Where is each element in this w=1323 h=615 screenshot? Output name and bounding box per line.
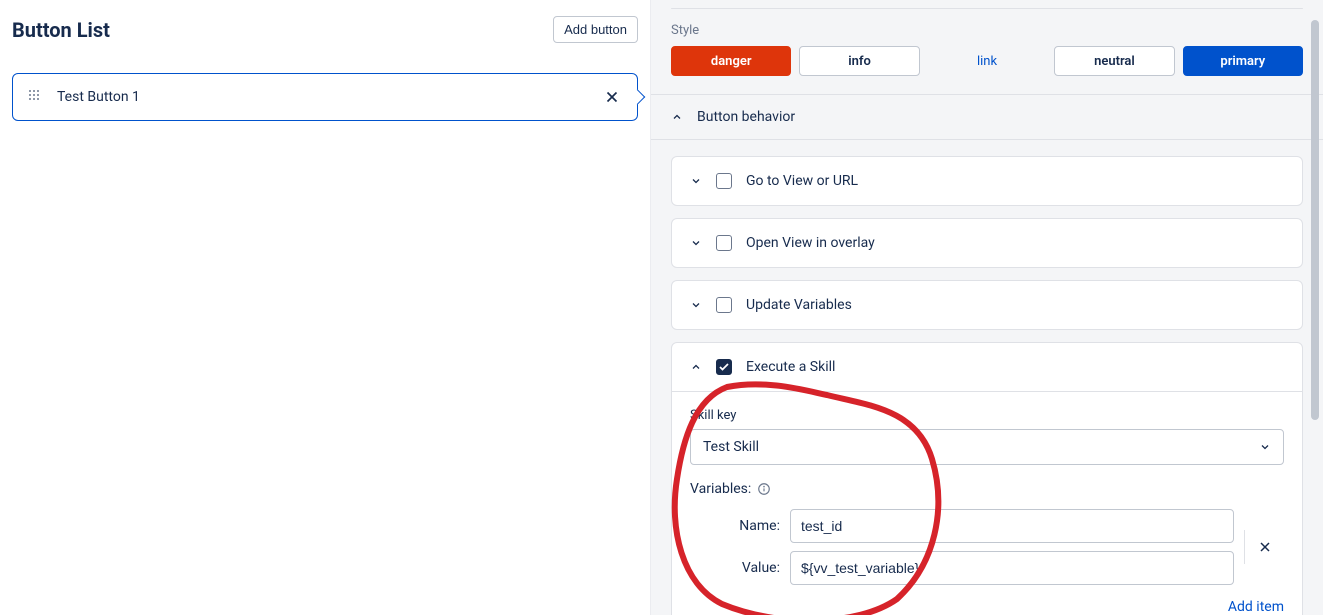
add-button[interactable]: Add button (553, 16, 638, 43)
style-option-primary[interactable]: primary (1183, 46, 1303, 76)
add-item-link-wrap: Add item (690, 599, 1284, 615)
card-title-update-vars: Update Variables (746, 297, 852, 313)
variable-value-label: Value: (690, 560, 780, 576)
style-section: Style danger info link neutral primary (651, 9, 1323, 95)
info-icon[interactable] (757, 482, 771, 496)
skill-key-select[interactable]: Test Skill (690, 429, 1284, 465)
variables-header: Variables: (690, 481, 1284, 497)
variables-label: Variables: (690, 481, 751, 497)
behavior-card-goto: Go to View or URL (671, 156, 1303, 206)
variable-row: Name: Value: (690, 509, 1284, 585)
checkbox-goto[interactable] (716, 173, 732, 189)
behavior-card-overlay: Open View in overlay (671, 218, 1303, 268)
delete-variable-button[interactable] (1244, 530, 1284, 564)
style-row: danger info link neutral primary (671, 46, 1303, 76)
right-panel: Style danger info link neutral primary B… (650, 0, 1323, 615)
drag-handle-icon[interactable] (29, 90, 43, 104)
execute-body: Skill key Test Skill Variables: Name: Va… (672, 391, 1302, 615)
close-icon[interactable] (603, 88, 621, 106)
checkbox-execute[interactable] (716, 359, 732, 375)
skill-key-value: Test Skill (703, 439, 759, 455)
style-option-neutral[interactable]: neutral (1054, 46, 1174, 76)
add-item-link[interactable]: Add item (1228, 599, 1284, 615)
scrollbar-track (1311, 0, 1319, 615)
behavior-card-header[interactable]: Update Variables (672, 281, 1302, 329)
behavior-card-header[interactable]: Go to View or URL (672, 157, 1302, 205)
chevron-up-icon (671, 111, 683, 123)
style-option-info[interactable]: info (799, 46, 919, 76)
card-title-goto: Go to View or URL (746, 173, 858, 189)
card-title-overlay: Open View in overlay (746, 235, 875, 251)
chevron-down-icon (1259, 441, 1271, 453)
behavior-body: Go to View or URL Open View in overlay U… (651, 140, 1323, 615)
style-label: Style (671, 23, 1303, 38)
style-option-danger[interactable]: danger (671, 46, 791, 76)
behavior-card-update-vars: Update Variables (671, 280, 1303, 330)
card-title-execute: Execute a Skill (746, 359, 835, 375)
behavior-section-title: Button behavior (697, 109, 795, 125)
behavior-card-header[interactable]: Open View in overlay (672, 219, 1302, 267)
behavior-section-header[interactable]: Button behavior (651, 95, 1323, 140)
chevron-up-icon (690, 361, 702, 373)
scrollbar-thumb[interactable] (1311, 20, 1319, 420)
chevron-down-icon (690, 299, 702, 311)
variable-name-input[interactable] (790, 509, 1234, 543)
checkbox-update-vars[interactable] (716, 297, 732, 313)
behavior-card-header[interactable]: Execute a Skill (672, 343, 1302, 391)
left-header: Button List Add button (12, 16, 638, 43)
style-option-link[interactable]: link (928, 46, 1046, 76)
button-list-item[interactable]: Test Button 1 (12, 73, 638, 121)
page-title: Button List (12, 18, 110, 42)
chevron-down-icon (690, 237, 702, 249)
checkbox-overlay[interactable] (716, 235, 732, 251)
variable-name-label: Name: (690, 518, 780, 534)
behavior-card-execute: Execute a Skill Skill key Test Skill Var… (671, 342, 1303, 615)
button-list-item-label: Test Button 1 (57, 89, 603, 105)
skill-key-label: Skill key (690, 408, 1284, 423)
left-panel: Button List Add button Test Button 1 (0, 0, 650, 615)
chevron-down-icon (690, 175, 702, 187)
variable-value-input[interactable] (790, 551, 1234, 585)
